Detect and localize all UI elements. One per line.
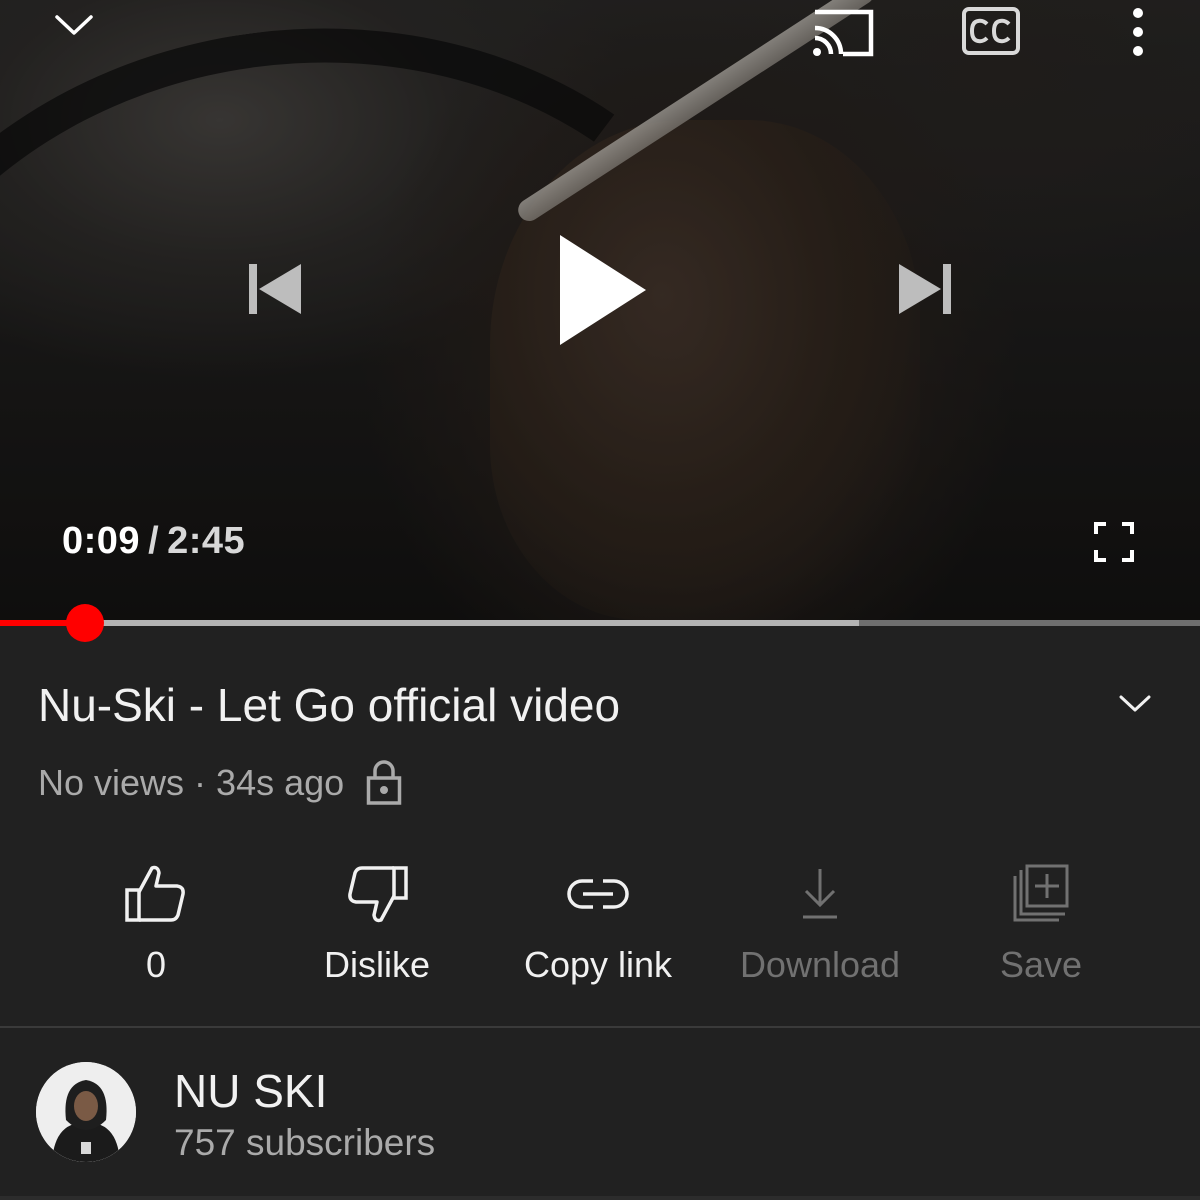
like-count: 0	[145, 944, 167, 985]
playback-time: 0:09/2:45	[62, 520, 245, 563]
time-separator: /	[148, 520, 160, 562]
section-divider	[0, 1026, 1200, 1028]
video-meta: No views · 34s ago	[38, 760, 402, 806]
fullscreen-icon[interactable]	[1090, 518, 1138, 566]
link-icon	[565, 862, 631, 926]
channel-name[interactable]: NU SKI	[174, 1064, 327, 1118]
thumbs-up-icon	[125, 862, 187, 926]
thumbs-down-icon	[346, 862, 408, 926]
dislike-label: Dislike	[323, 944, 430, 985]
cast-icon[interactable]	[806, 4, 878, 60]
current-time: 0:09	[62, 520, 141, 562]
bottom-divider	[0, 1196, 1200, 1200]
save-label: Save	[999, 944, 1083, 985]
meta-separator: ·	[194, 762, 207, 803]
progress-bar[interactable]	[0, 604, 1200, 642]
channel-avatar[interactable]	[36, 1062, 136, 1162]
video-title[interactable]: Nu-Ski - Let Go official video	[38, 678, 620, 732]
download-label: Download	[739, 944, 901, 985]
download-button[interactable]: Download	[710, 862, 930, 992]
progress-scrubber-handle[interactable]	[66, 604, 105, 642]
cc-icon[interactable]	[958, 4, 1024, 58]
more-vert-icon[interactable]	[1118, 4, 1158, 60]
chevron-down-icon[interactable]	[46, 2, 102, 48]
play-icon[interactable]	[548, 228, 652, 352]
duration: 2:45	[167, 520, 246, 562]
lock-icon	[366, 760, 402, 806]
video-player[interactable]: 0:09/2:45	[0, 0, 1200, 622]
skip-next-icon[interactable]	[892, 258, 960, 320]
expand-description-chevron-down-icon[interactable]	[1110, 684, 1160, 724]
upload-age: 34s ago	[216, 762, 345, 803]
watch-page: 0:09/2:45 Nu-Ski - Let Go official video…	[0, 0, 1200, 1200]
progress-buffered	[0, 620, 860, 626]
skip-previous-icon[interactable]	[240, 258, 308, 320]
view-count: No views	[38, 762, 185, 803]
playlist-add-icon	[1011, 862, 1071, 926]
like-button[interactable]: 0	[46, 862, 266, 992]
copy-link-button[interactable]: Copy link	[488, 862, 708, 992]
subscriber-count: 757 subscribers	[174, 1122, 436, 1163]
save-button[interactable]: Save	[931, 862, 1151, 992]
copy-link-label: Copy link	[523, 944, 673, 985]
download-icon	[800, 862, 840, 926]
dislike-button[interactable]: Dislike	[267, 862, 487, 992]
